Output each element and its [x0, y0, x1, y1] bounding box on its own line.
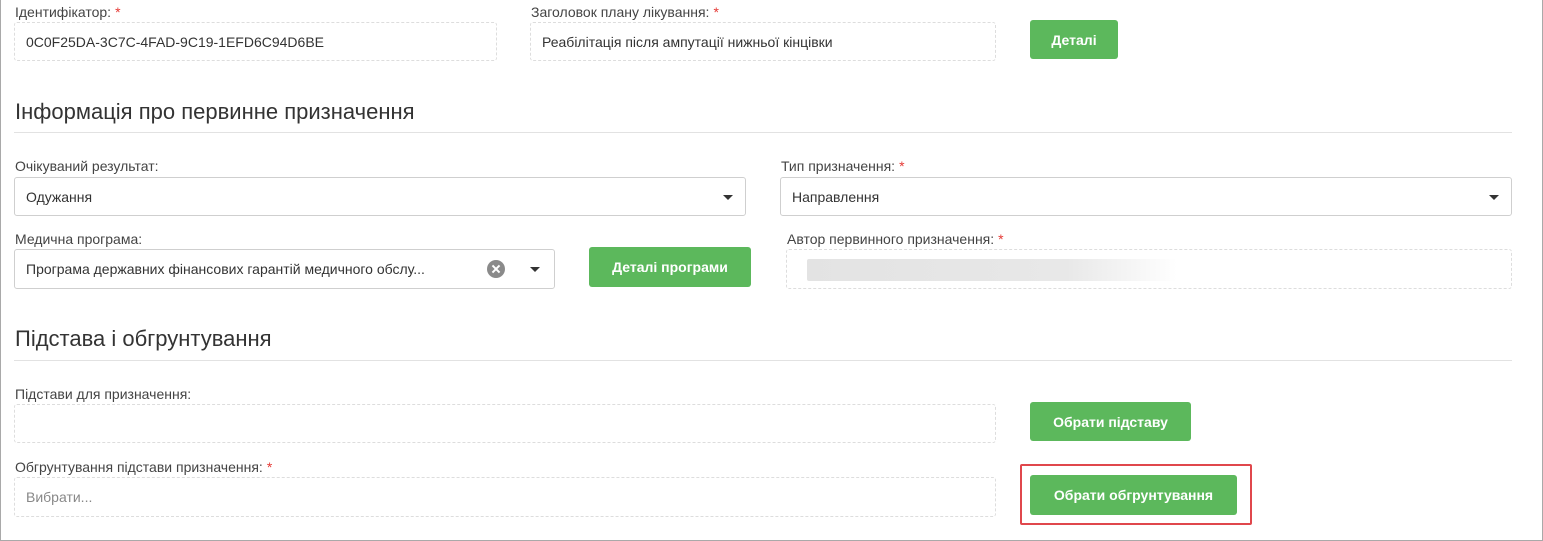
assignment-type-select[interactable]: Направлення: [780, 177, 1512, 216]
plan-title-value: Реабілітація після ампутації нижньої кін…: [542, 33, 833, 50]
clear-icon[interactable]: [487, 260, 505, 278]
author-field[interactable]: [786, 249, 1512, 289]
reasons-field[interactable]: [14, 404, 996, 443]
primary-assignment-title: Інформація про первинне призначення: [15, 99, 415, 124]
program-details-button[interactable]: Деталі програми: [589, 247, 751, 287]
justification-label: Обгрунтування підстави призначення: *: [15, 459, 273, 475]
section-divider: [14, 132, 1512, 133]
identifier-label: Ідентифікатор: *: [15, 4, 121, 20]
basis-title: Підстава і обгрунтування: [15, 326, 272, 351]
reasons-label: Підстави для призначення:: [15, 386, 192, 402]
medical-program-label: Медична програма:: [15, 231, 143, 247]
plan-title-label: Заголовок плану лікування: *: [531, 4, 719, 20]
choose-justification-button[interactable]: Обрати обгрунтування: [1030, 475, 1237, 515]
chevron-down-icon: [530, 267, 540, 272]
medical-program-select[interactable]: Програма державних фінансових гарантій м…: [14, 249, 555, 289]
details-button[interactable]: Деталі: [1030, 20, 1118, 59]
choose-reason-button[interactable]: Обрати підставу: [1030, 402, 1191, 441]
medical-program-value: Програма державних фінансових гарантій м…: [26, 261, 425, 277]
chevron-down-icon: [1489, 195, 1499, 200]
plan-title-field[interactable]: Реабілітація після ампутації нижньої кін…: [530, 22, 996, 61]
author-label: Автор первинного призначення: *: [787, 231, 1004, 247]
expected-result-label: Очікуваний результат:: [15, 158, 159, 174]
chevron-down-icon: [723, 195, 733, 200]
justification-field[interactable]: Вибрати...: [14, 477, 996, 517]
assignment-type-label: Тип призначення: *: [781, 158, 905, 174]
redacted-author-value: [807, 259, 1177, 281]
identifier-field[interactable]: 0C0F25DA-3C7C-4FAD-9C19-1EFD6C94D6BE: [14, 22, 497, 61]
section-divider: [14, 360, 1512, 361]
expected-result-select[interactable]: Одужання: [14, 177, 746, 216]
expected-result-value: Одужання: [26, 188, 93, 205]
identifier-value: 0C0F25DA-3C7C-4FAD-9C19-1EFD6C94D6BE: [26, 33, 325, 50]
assignment-type-value: Направлення: [792, 188, 880, 205]
justification-placeholder: Вибрати...: [26, 489, 93, 505]
